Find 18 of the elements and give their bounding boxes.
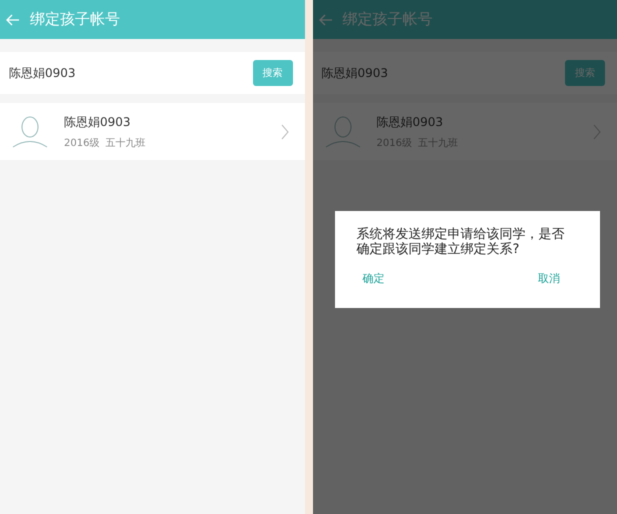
page-title: 绑定孩子帐号 [342,10,432,29]
chevron-icon [280,124,288,140]
back-icon[interactable] [6,14,20,26]
search-button[interactable]: 搜索 [252,60,292,86]
confirm-button[interactable]: 确定 [360,271,386,286]
student-grade: 2016级 [64,136,100,150]
search-button[interactable]: 搜索 [565,60,605,86]
chevron-icon [593,124,601,140]
student-name: 陈恩娟0903 [64,114,132,130]
page-title: 绑定孩子帐号 [30,10,120,29]
student-name: 陈恩娟0903 [376,114,444,130]
back-icon[interactable] [318,14,332,26]
avatar-icon [12,116,48,148]
avatar-icon [324,116,360,148]
cancel-button[interactable]: 取消 [536,271,562,286]
result-row[interactable]: 陈恩娟0903 2016级 五十九班 [0,103,304,160]
student-class: 五十九班 [105,136,146,150]
dialog-message: 系统将发送绑定申请给该同学，是否确定跟该同学建立绑定关系? [356,227,566,257]
